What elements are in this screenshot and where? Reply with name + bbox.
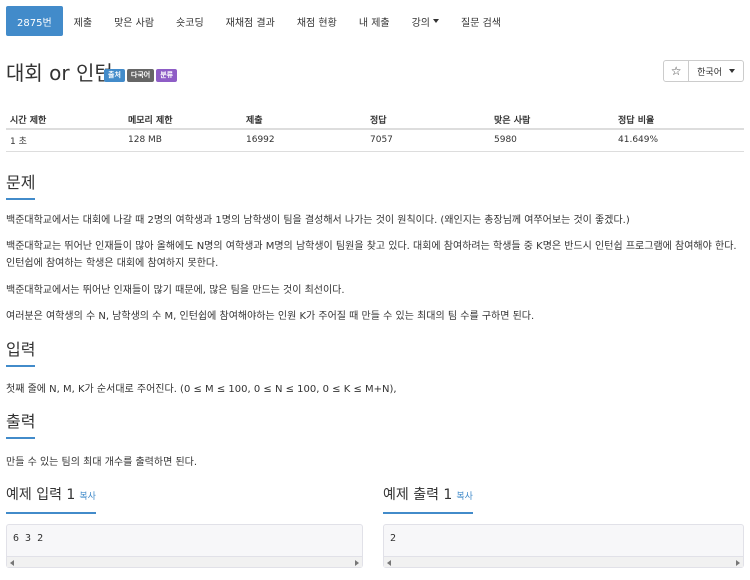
sample-input-title: 예제 입력 1 xyxy=(6,487,76,503)
copy-output-button[interactable]: 복사 xyxy=(456,492,473,502)
scroll-left-icon[interactable] xyxy=(387,560,391,566)
input-description: 첫째 줄에 N, M, K가 순서대로 주어진다. (0 ≤ M ≤ 100, … xyxy=(6,384,397,395)
header-solved-users: 맞은 사람 xyxy=(490,111,614,130)
output-description: 만들 수 있는 팀의 최대 개수를 출력하면 된다. xyxy=(6,457,198,468)
sample-input-box[interactable]: 6 3 2 xyxy=(6,524,363,568)
nav-submit[interactable]: 제출 xyxy=(63,6,103,36)
nav-lectures-label: 강의 xyxy=(411,17,431,29)
language-label: 한국어 xyxy=(697,67,722,78)
header-memory-limit: 메모리 제한 xyxy=(124,111,242,130)
nav-question-search[interactable]: 질문 검색 xyxy=(450,6,512,36)
copy-input-button[interactable]: 복사 xyxy=(79,492,96,502)
nav-solved-users[interactable]: 맞은 사람 xyxy=(103,6,165,36)
sample-output-box[interactable]: 2 xyxy=(383,524,744,568)
sample-output-title: 예제 출력 1 xyxy=(383,487,453,503)
table-row: 1 초 128 MB 16992 7057 5980 41.649% xyxy=(6,129,744,152)
horizontal-scrollbar[interactable] xyxy=(7,556,362,567)
caret-down-icon xyxy=(433,19,440,23)
title-row: 대회 or 인턴 출처 다국어 분류 ☆ 한국어 xyxy=(6,60,744,90)
star-icon: ☆ xyxy=(670,64,682,78)
scroll-left-icon[interactable] xyxy=(10,560,14,566)
nav-short-coding[interactable]: 숏코딩 xyxy=(165,6,215,36)
accept-ratio-value: 41.649% xyxy=(614,129,744,152)
badge-source[interactable]: 출처 xyxy=(104,69,125,82)
problem-badges: 출처 다국어 분류 xyxy=(104,69,178,82)
accepted-value: 7057 xyxy=(366,129,490,152)
problem-tools: ☆ 한국어 xyxy=(663,60,744,82)
problem-paragraph: 백준대학교는 뛰어난 인재들이 많아 올해에도 N명의 여학생과 M명의 남학생… xyxy=(6,241,737,269)
time-limit-value: 1 초 xyxy=(6,129,124,152)
output-heading: 출력 xyxy=(6,412,36,439)
memory-limit-value: 128 MB xyxy=(124,129,242,152)
header-accepted: 정답 xyxy=(366,111,490,130)
problem-paragraph: 백준대학교에서는 뛰어난 인재들이 많기 때문에, 많은 팀을 만드는 것이 최… xyxy=(6,285,345,296)
language-select-button[interactable]: 한국어 xyxy=(689,60,744,82)
sample-input-heading: 예제 입력 1 복사 xyxy=(6,486,96,514)
table-header-row: 시간 제한 메모리 제한 제출 정답 맞은 사람 정답 비율 xyxy=(6,111,744,130)
problem-heading: 문제 xyxy=(6,173,36,200)
solved-users-value: 5980 xyxy=(490,129,614,152)
nav-lectures-dropdown[interactable]: 강의 xyxy=(401,6,450,36)
problem-info-table: 시간 제한 메모리 제한 제출 정답 맞은 사람 정답 비율 1 초 128 M… xyxy=(6,111,744,152)
nav-problem-id[interactable]: 2875번 xyxy=(6,6,63,36)
badge-multilingual[interactable]: 다국어 xyxy=(126,69,155,82)
badge-category[interactable]: 분류 xyxy=(156,69,178,82)
header-submissions: 제출 xyxy=(242,111,366,130)
header-time-limit: 시간 제한 xyxy=(6,111,124,130)
sample-output-heading: 예제 출력 1 복사 xyxy=(383,486,473,514)
scroll-right-icon[interactable] xyxy=(355,560,359,566)
problem-paragraph: 여러분은 여학생의 수 N, 남학생의 수 M, 인턴쉽에 참여해야하는 인원 … xyxy=(6,311,535,322)
horizontal-scrollbar[interactable] xyxy=(384,556,743,567)
scroll-right-icon[interactable] xyxy=(736,560,740,566)
nav-my-submissions[interactable]: 내 제출 xyxy=(348,6,401,36)
nav-rejudge-results[interactable]: 재채점 결과 xyxy=(215,6,286,36)
header-accept-ratio: 정답 비율 xyxy=(614,111,744,130)
submissions-value: 16992 xyxy=(242,129,366,152)
nav-status[interactable]: 채점 현황 xyxy=(286,6,348,36)
problem-title: 대회 or 인턴 xyxy=(6,61,113,85)
problem-navbar: 2875번 제출 맞은 사람 숏코딩 재채점 결과 채점 현황 내 제출 강의 … xyxy=(6,6,744,36)
favorite-star-button[interactable]: ☆ xyxy=(663,60,690,82)
caret-down-icon xyxy=(729,69,735,73)
input-heading: 입력 xyxy=(6,340,36,367)
sample-input-value: 6 3 2 xyxy=(13,533,44,544)
problem-paragraph: 백준대학교에서는 대회에 나갈 때 2명의 여학생과 1명의 남학생이 팀을 결… xyxy=(6,215,630,226)
sample-output-value: 2 xyxy=(390,533,397,544)
